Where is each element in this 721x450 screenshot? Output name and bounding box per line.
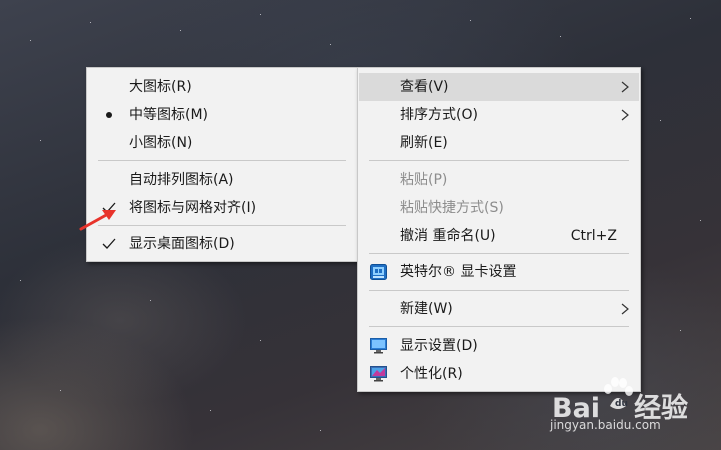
view-submenu: 大图标(R) 中等图标(M) 小图标(N) 自动排列图标(A) 将图标与网格对齐…	[86, 67, 358, 262]
bullet-icon	[106, 112, 112, 118]
chevron-right-icon	[621, 109, 629, 121]
menu-item-label: 刷新(E)	[400, 135, 448, 151]
menu-item-label: 自动排列图标(A)	[129, 172, 234, 188]
menu-item-auto-arrange[interactable]: 自动排列图标(A)	[88, 166, 356, 194]
menu-item-label: 新建(W)	[400, 301, 453, 317]
chevron-right-icon	[621, 81, 629, 93]
menu-item-label: 排序方式(O)	[400, 107, 478, 123]
menu-item-label: 中等图标(M)	[129, 107, 209, 123]
menu-item-label: 大图标(R)	[129, 79, 192, 95]
personalize-monitor-icon	[370, 366, 387, 382]
desktop-context-menu: 查看(V) 排序方式(O) 刷新(E) 粘贴(P) 粘贴快捷方式(S) 撤消 重…	[357, 67, 641, 392]
menu-separator	[369, 253, 629, 254]
menu-item-label: 显示设置(D)	[400, 338, 478, 354]
menu-item-sort-by[interactable]: 排序方式(O)	[359, 101, 639, 129]
intel-graphics-icon	[370, 264, 387, 280]
menu-item-label: 将图标与网格对齐(I)	[129, 200, 257, 216]
menu-separator	[369, 326, 629, 327]
menu-item-label: 查看(V)	[400, 79, 449, 95]
menu-item-small-icons[interactable]: 小图标(N)	[88, 129, 356, 157]
menu-item-intel-graphics[interactable]: 英特尔® 显卡设置	[359, 258, 639, 286]
watermark-url: jingyan.baidu.com	[550, 418, 661, 432]
menu-item-undo-rename[interactable]: 撤消 重命名(U) Ctrl+Z	[359, 222, 639, 250]
menu-item-new[interactable]: 新建(W)	[359, 295, 639, 323]
menu-item-label: 粘贴(P)	[400, 172, 448, 188]
menu-separator	[98, 225, 346, 226]
menu-item-display-settings[interactable]: 显示设置(D)	[359, 332, 639, 360]
menu-item-view[interactable]: 查看(V)	[359, 73, 639, 101]
menu-separator	[98, 160, 346, 161]
menu-separator	[369, 160, 629, 161]
menu-item-refresh[interactable]: 刷新(E)	[359, 129, 639, 157]
menu-item-label: 小图标(N)	[129, 135, 193, 151]
menu-item-large-icons[interactable]: 大图标(R)	[88, 73, 356, 101]
menu-item-label: 英特尔® 显卡设置	[400, 264, 517, 280]
red-arrow-icon	[79, 210, 116, 231]
menu-item-shortcut: Ctrl+Z	[570, 228, 617, 244]
menu-item-align-to-grid[interactable]: 将图标与网格对齐(I)	[88, 194, 356, 222]
checkmark-icon	[102, 238, 116, 249]
menu-item-label: 显示桌面图标(D)	[129, 236, 235, 252]
menu-item-medium-icons[interactable]: 中等图标(M)	[88, 101, 356, 129]
menu-item-label: 个性化(R)	[400, 366, 463, 382]
menu-item-show-desktop-icons[interactable]: 显示桌面图标(D)	[88, 230, 356, 258]
menu-item-paste[interactable]: 粘贴(P)	[359, 166, 639, 194]
menu-item-label: 粘贴快捷方式(S)	[400, 200, 504, 216]
chevron-right-icon	[621, 303, 629, 315]
monitor-icon	[370, 338, 387, 354]
menu-item-paste-shortcut[interactable]: 粘贴快捷方式(S)	[359, 194, 639, 222]
baidu-jingyan-watermark: du Bai 经验 jingyan.baidu.com	[548, 376, 718, 446]
menu-item-label: 撤消 重命名(U)	[400, 228, 496, 244]
menu-separator	[369, 290, 629, 291]
